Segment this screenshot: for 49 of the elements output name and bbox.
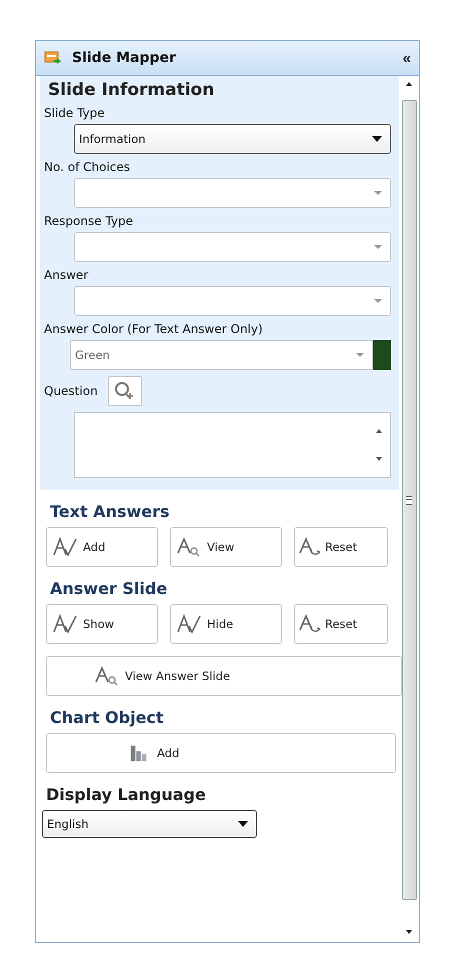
- dropdown-field[interactable]: [74, 286, 391, 316]
- field-label: Response Type: [44, 214, 134, 228]
- dropdown-arrow-icon: [372, 136, 382, 142]
- section-heading: Slide Information: [48, 80, 216, 100]
- section-heading: Answer Slide: [50, 579, 168, 598]
- dropdown-arrow-icon: [374, 299, 382, 303]
- scroll-thumb[interactable]: [402, 100, 416, 900]
- action-button[interactable]: Reset: [294, 604, 388, 644]
- field-label: Slide Type: [44, 106, 106, 120]
- slides-icon: [44, 50, 62, 66]
- field-label: Question: [44, 384, 98, 398]
- dropdown-arrow-icon: [374, 245, 382, 249]
- dropdown-arrow-icon: [238, 821, 248, 827]
- letter-magnifier-icon: [95, 666, 119, 686]
- add-chart-button[interactable]: Add: [46, 733, 396, 773]
- language-dropdown[interactable]: English: [42, 810, 257, 838]
- section-heading: Chart Object: [50, 708, 165, 727]
- action-button[interactable]: View: [170, 527, 282, 567]
- magnifier-plus-icon: [114, 381, 136, 401]
- dropdown-field[interactable]: Information: [74, 124, 391, 154]
- action-button[interactable]: Show: [46, 604, 158, 644]
- letter-check-icon: [53, 614, 77, 634]
- dropdown-field[interactable]: [74, 178, 391, 208]
- dropdown-field[interactable]: Green: [70, 340, 373, 370]
- question-text-area[interactable]: [74, 412, 391, 478]
- view-answer-slide-button[interactable]: View Answer Slide: [46, 656, 402, 696]
- letter-check-icon: [53, 537, 77, 557]
- dropdown-arrow-icon: [374, 191, 382, 195]
- letter-magnifier-icon: [177, 537, 201, 557]
- dropdown-field[interactable]: [74, 232, 391, 262]
- collapse-button[interactable]: «: [402, 50, 411, 66]
- grip-icon: [406, 496, 412, 504]
- field-label: Answer: [44, 268, 90, 282]
- add-question-button[interactable]: [108, 376, 142, 406]
- pane-title: Slide Mapper: [72, 50, 177, 66]
- action-button[interactable]: Hide: [170, 604, 282, 644]
- action-button[interactable]: Reset: [294, 527, 388, 567]
- section-heading: Display Language: [46, 785, 207, 804]
- scroll-up-icon[interactable]: [406, 82, 412, 86]
- letter-check-icon: [177, 614, 201, 634]
- section-heading: Text Answers: [50, 502, 171, 521]
- dropdown-arrow-icon: [356, 353, 364, 357]
- color-swatch[interactable]: [373, 340, 391, 370]
- action-button[interactable]: Add: [46, 527, 158, 567]
- scroll-down-icon[interactable]: [406, 930, 412, 934]
- letter-reset-icon: [299, 537, 323, 557]
- field-label: Answer Color (For Text Answer Only): [44, 322, 264, 336]
- letter-reset-icon: [299, 614, 323, 634]
- field-label: No. of Choices: [44, 160, 132, 174]
